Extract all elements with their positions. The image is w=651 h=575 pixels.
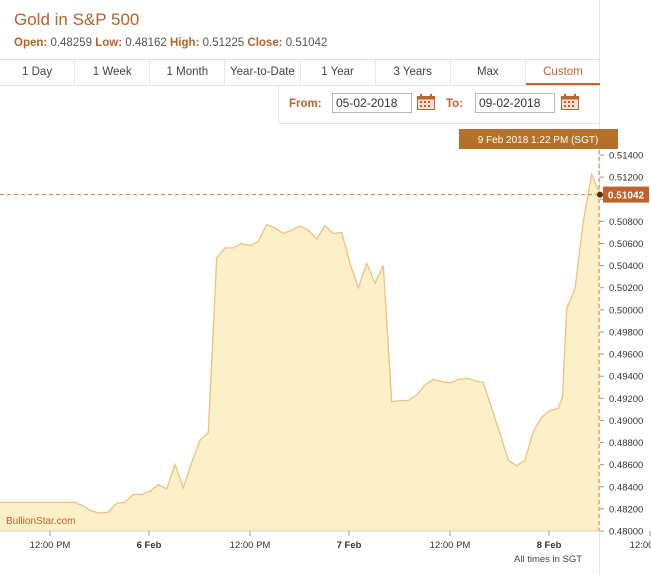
y-tick-label: 0.49200 <box>609 394 643 405</box>
y-tick-label: 0.49600 <box>609 350 643 361</box>
y-tick-label: 0.50200 <box>609 283 643 294</box>
y-tick-label: 0.50000 <box>609 305 643 316</box>
x-tick-label: 12:00 PM <box>30 540 71 551</box>
y-tick-label: 0.51400 <box>609 151 643 162</box>
y-tick-label: 0.49400 <box>609 372 643 383</box>
y-tick-label: 0.50800 <box>609 217 643 228</box>
price-chart: 0.514000.512000.510000.508000.506000.504… <box>0 129 651 565</box>
last-value-marker: 0.51042 <box>597 186 649 203</box>
y-tick-label: 0.48200 <box>609 504 643 515</box>
tooltip-text: 9 Feb 2018 1:22 PM (SGT) <box>478 135 599 146</box>
x-tick-label: 12:00 PM <box>430 540 471 551</box>
watermark: BullionStar.com <box>6 516 75 527</box>
x-tick-label: 8 Feb <box>537 540 562 551</box>
last-value-label: 0.51042 <box>608 191 645 202</box>
last-value-dot <box>597 191 603 198</box>
y-tick-label: 0.48400 <box>609 482 643 493</box>
crosshair-tooltip: 9 Feb 2018 1:22 PM (SGT) <box>459 129 618 149</box>
timezone-note: All times in SGT <box>514 554 582 565</box>
series-area <box>0 174 600 531</box>
y-tick-label: 0.50600 <box>609 239 643 250</box>
y-tick-label: 0.48800 <box>609 438 643 449</box>
y-tick-label: 0.48000 <box>609 527 643 538</box>
y-tick-label: 0.49800 <box>609 327 643 338</box>
y-tick-label: 0.49000 <box>609 416 643 427</box>
y-tick-label: 0.51200 <box>609 173 643 184</box>
x-tick-label: 7 Feb <box>337 540 362 551</box>
y-tick-label: 0.48600 <box>609 460 643 471</box>
x-tick-label: 6 Feb <box>137 540 162 551</box>
x-tick-label: 12:00 PM <box>230 540 271 551</box>
y-tick-label: 0.50400 <box>609 261 643 272</box>
x-tick-label: 12:00 PM <box>630 540 651 551</box>
